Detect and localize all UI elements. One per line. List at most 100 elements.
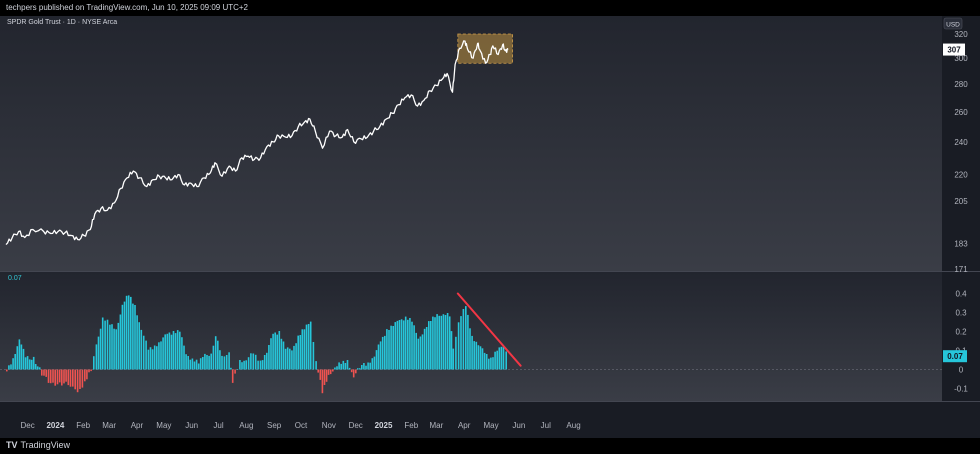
histogram-bar — [367, 362, 369, 370]
indicator-tick-label: 0.2 — [955, 328, 967, 337]
histogram-bar — [38, 367, 41, 370]
histogram-bar — [136, 315, 138, 370]
histogram-bar — [475, 341, 478, 370]
histogram-bar — [81, 369, 84, 388]
histogram-bar — [473, 341, 475, 370]
histogram-bar — [498, 347, 501, 370]
histogram-bar — [147, 349, 150, 370]
indicator-tick-label: 0.3 — [955, 309, 967, 318]
histogram-bar — [43, 369, 45, 376]
histogram-bar — [168, 332, 171, 370]
month-tick-label: Nov — [322, 421, 336, 430]
histogram-bar — [477, 345, 480, 370]
histogram-bar — [202, 357, 204, 370]
indicator-tick-label: 0 — [959, 366, 964, 375]
top-bar: techpers published on TradingView.com, J… — [0, 0, 980, 16]
histogram-bar — [505, 351, 507, 370]
month-tick-label: Apr — [131, 421, 144, 430]
histogram-bar — [18, 339, 21, 370]
month-tick-label: Mar — [102, 421, 116, 430]
histogram-bar — [69, 369, 72, 387]
histogram-bar — [319, 369, 322, 380]
month-tick-label: Apr — [458, 421, 471, 430]
price-tick-label: 220 — [954, 171, 968, 180]
histogram-bar — [363, 363, 365, 370]
histogram-bar — [404, 316, 407, 370]
indicator-value-label: 0.07 — [8, 275, 22, 282]
histogram-bar — [332, 369, 334, 372]
histogram-bar — [250, 353, 252, 370]
histogram-bar — [254, 354, 257, 370]
last-price-value: 307 — [947, 46, 961, 55]
histogram-bar — [208, 355, 210, 370]
month-tick-label: 2025 — [375, 421, 393, 430]
histogram-bar — [442, 314, 445, 370]
chart-svg[interactable]: 171183205220240260280300320 -0.100.10.20… — [0, 16, 980, 438]
histogram-bar — [388, 330, 390, 370]
histogram-bar — [142, 335, 145, 370]
histogram-bar — [365, 365, 367, 370]
histogram-bar — [494, 351, 496, 370]
histogram-bar — [359, 368, 361, 370]
histogram-bar — [26, 356, 29, 370]
histogram-bar — [325, 369, 328, 382]
histogram-bar — [239, 360, 241, 370]
histogram-bar — [299, 335, 302, 370]
histogram-bar — [346, 360, 349, 370]
histogram-bar — [61, 369, 63, 386]
histogram-bar — [231, 369, 234, 383]
tradingview-logo[interactable]: TV TradingView — [6, 440, 70, 450]
histogram-bar — [225, 355, 228, 370]
histogram-bar — [130, 296, 132, 370]
histogram-bar — [329, 369, 332, 375]
histogram-bar — [289, 348, 291, 370]
histogram-bar — [28, 359, 31, 370]
month-tick-label: Jun — [185, 421, 198, 430]
histogram-bar — [340, 363, 342, 370]
histogram-bar — [483, 352, 486, 370]
publish-info: techpers published on TradingView.com, J… — [6, 3, 249, 12]
histogram-bar — [375, 350, 378, 370]
histogram-bar — [20, 344, 23, 370]
chart-frame: 171183205220240260280300320 -0.100.10.20… — [0, 16, 980, 438]
histogram-bar — [47, 369, 50, 383]
histogram-bar — [342, 360, 345, 370]
histogram-bar — [52, 369, 54, 383]
price-tick-label: 240 — [954, 138, 968, 147]
histogram-bar — [315, 361, 317, 370]
histogram-bar — [117, 322, 120, 370]
histogram-bar — [99, 328, 102, 370]
histogram-bar — [305, 324, 308, 370]
histogram-bar — [500, 346, 503, 370]
histogram-bar — [291, 350, 293, 370]
histogram-bar — [338, 362, 340, 370]
histogram-bar — [24, 357, 27, 370]
symbol-title[interactable]: SPDR Gold Trust · 1D · NYSE Arca — [7, 19, 117, 26]
histogram-bar — [276, 334, 278, 370]
histogram-bar — [84, 369, 86, 382]
histogram-bar — [65, 369, 67, 382]
histogram-bar — [206, 355, 208, 370]
histogram-bar — [172, 331, 175, 370]
histogram-bar — [425, 327, 428, 370]
histogram-bar — [272, 333, 274, 370]
histogram-bar — [295, 343, 297, 370]
histogram-bar — [134, 305, 136, 370]
time-scale[interactable] — [0, 402, 980, 438]
histogram-bar — [125, 295, 128, 370]
histogram-bar — [109, 324, 111, 370]
histogram-bar — [45, 369, 47, 377]
histogram-bar — [153, 345, 156, 370]
histogram-bar — [261, 360, 264, 370]
histogram-bar — [419, 336, 422, 370]
price-tick-label: 280 — [954, 80, 968, 89]
histogram-bar — [104, 320, 106, 370]
histogram-bar — [373, 356, 376, 370]
histogram-bar — [423, 328, 426, 370]
histogram-bar — [8, 365, 10, 370]
histogram-bar — [350, 369, 353, 373]
histogram-bar — [323, 369, 326, 385]
histogram-bar — [270, 338, 272, 370]
histogram-bar — [10, 364, 12, 370]
histogram-bar — [140, 329, 143, 370]
